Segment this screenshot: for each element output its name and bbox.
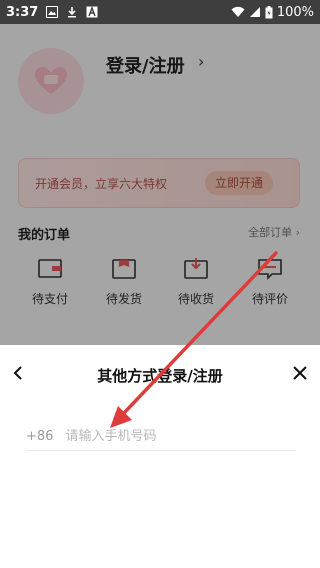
country-code[interactable]: +86 xyxy=(26,429,53,444)
app-a-icon xyxy=(86,6,98,18)
modal-backdrop[interactable] xyxy=(0,24,320,345)
phone-number-input[interactable] xyxy=(65,429,296,444)
battery-icon xyxy=(265,5,273,19)
phone-input-row: +86 xyxy=(26,423,296,451)
signal-icon xyxy=(249,6,261,18)
wifi-icon xyxy=(231,6,245,18)
download-icon xyxy=(66,6,78,18)
sheet-title: 其他方式登录/注册 xyxy=(97,367,223,385)
status-time: 3:37 xyxy=(6,4,39,20)
close-icon[interactable] xyxy=(292,365,308,381)
battery-percent: 100% xyxy=(276,4,314,20)
image-icon xyxy=(46,6,59,18)
login-sheet: 其他方式登录/注册 +86 xyxy=(0,345,320,568)
status-bar: 3:37 100% xyxy=(0,0,320,24)
